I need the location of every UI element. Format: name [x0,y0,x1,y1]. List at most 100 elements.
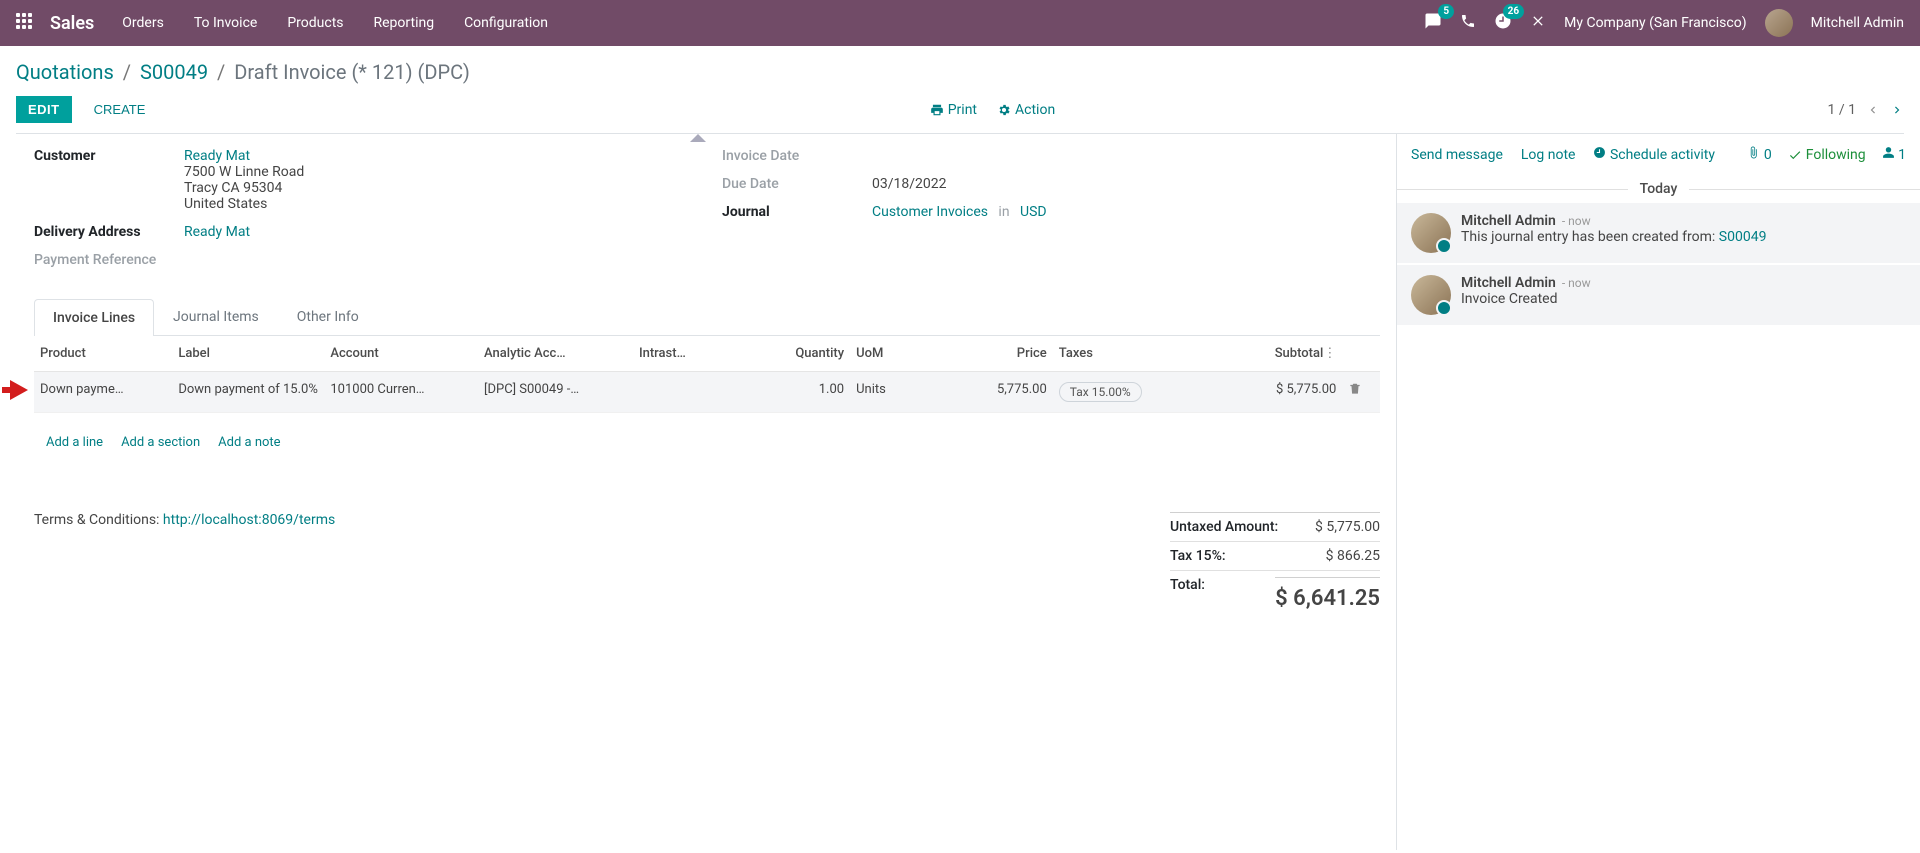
following-label: Following [1806,147,1866,163]
tab-journal-items[interactable]: Journal Items [154,298,278,335]
nav-reporting[interactable]: Reporting [374,15,435,31]
label-due-date: Due Date [722,176,872,192]
cell-qty: 1.00 [734,372,850,413]
currency-link[interactable]: USD [1020,204,1047,220]
print-button[interactable]: Print [930,102,977,118]
message-author: Mitchell Admin [1461,275,1556,291]
nav-orders[interactable]: Orders [122,15,164,31]
col-account: Account [324,336,478,372]
col-intrastat: Intrast… [633,336,734,372]
nav-configuration[interactable]: Configuration [464,15,548,31]
phone-icon[interactable] [1460,13,1476,33]
customer-link[interactable]: Ready Mat [184,148,250,164]
app-brand[interactable]: Sales [50,13,94,34]
total-untaxed-label: Untaxed Amount: [1170,519,1278,535]
pointer-arrow-icon [10,380,28,400]
delivery-link[interactable]: Ready Mat [184,224,250,240]
activities-icon[interactable]: 26 [1494,12,1512,34]
top-nav: Sales Orders To Invoice Products Reporti… [0,0,1920,46]
add-section-link[interactable]: Add a section [121,435,200,450]
apps-icon[interactable] [16,13,36,33]
total-label: Total: [1170,577,1205,611]
breadcrumb-order[interactable]: S00049 [140,60,208,84]
customer-addr2: Tracy CA 95304 [184,180,282,196]
total-tax-label: Tax 15%: [1170,548,1226,564]
following-button[interactable]: Following [1788,147,1866,163]
col-taxes: Taxes [1053,336,1183,372]
chatter-today-divider: Today [1397,181,1920,197]
table-actions-row: Add a line Add a section Add a note [34,413,1380,473]
table-header: Product Label Account Analytic Acc… Intr… [34,336,1380,372]
cell-uom: Units [850,372,937,413]
journal-link[interactable]: Customer Invoices [872,204,988,220]
column-options-icon[interactable]: ⋮ [1323,346,1336,361]
check-icon [1788,148,1802,162]
user-avatar[interactable] [1765,9,1793,37]
trash-icon[interactable] [1348,385,1362,400]
user-icon [1882,146,1895,159]
message-body-link[interactable]: S00049 [1719,229,1767,245]
nav-products[interactable]: Products [287,15,343,31]
breadcrumb: Quotations / S00049 / Draft Invoice (* 1… [16,60,1904,84]
send-message-button[interactable]: Send message [1411,147,1503,163]
followers-button[interactable]: 1 [1882,146,1906,163]
edit-button[interactable]: EDIT [16,96,72,123]
schedule-activity-button[interactable]: Schedule activity [1593,146,1715,163]
add-note-link[interactable]: Add a note [218,435,280,450]
chevron-right-icon[interactable] [1890,103,1904,117]
col-subtotal: Subtotal⋮ [1183,336,1342,372]
label-invoice-date: Invoice Date [722,148,872,164]
activities-badge: 26 [1503,4,1524,19]
chevron-left-icon[interactable] [1866,103,1880,117]
tab-invoice-lines[interactable]: Invoice Lines [34,299,154,336]
label-payref: Payment Reference [34,252,184,268]
company-switcher[interactable]: My Company (San Francisco) [1564,15,1746,31]
terms-link[interactable]: http://localhost:8069/terms [163,512,335,528]
breadcrumb-sep: / [123,60,131,84]
log-note-button[interactable]: Log note [1521,147,1576,163]
message-body: Invoice Created [1461,291,1591,307]
col-price: Price [937,336,1053,372]
cell-analytic: [DPC] S00049 -… [484,382,627,397]
create-button[interactable]: CREATE [82,96,158,123]
chatter-head: Send message Log note Schedule activity … [1397,134,1920,175]
totals: Untaxed Amount: $ 5,775.00 Tax 15%: $ 86… [1170,512,1380,617]
chatter: Send message Log note Schedule activity … [1396,134,1920,850]
topnav-right: 5 26 My Company (San Francisco) Mitchell… [1424,9,1904,37]
debug-icon[interactable] [1530,13,1546,33]
nav-menu: Orders To Invoice Products Reporting Con… [122,15,548,31]
total-value: $ 6,641.25 [1275,577,1380,611]
user-name[interactable]: Mitchell Admin [1811,15,1904,31]
action-button[interactable]: Action [997,102,1055,118]
tab-other-info[interactable]: Other Info [278,298,378,335]
breadcrumb-sep: / [217,60,225,84]
messages-badge: 5 [1438,4,1454,19]
attachments-button[interactable]: 0 [1747,146,1771,163]
terms-text: Terms & Conditions: http://localhost:806… [34,512,335,528]
col-uom: UoM [850,336,937,372]
table-row[interactable]: Down payme… Down payment of 15.0% 101000… [34,372,1380,413]
tax-pill[interactable]: Tax 15.00% [1059,382,1142,402]
control-area: Quotations / S00049 / Draft Invoice (* 1… [0,46,1920,134]
customer-addr1: 7500 W Linne Road [184,164,304,180]
message-body: This journal entry has been created from… [1461,229,1719,245]
followers-count: 1 [1898,147,1906,163]
col-qty: Quantity [734,336,850,372]
breadcrumb-quotations[interactable]: Quotations [16,60,114,84]
customer-addr3: United States [184,196,267,212]
messages-icon[interactable]: 5 [1424,12,1442,34]
cell-subtotal: $ 5,775.00 [1183,372,1342,413]
pager: 1 / 1 [1828,102,1904,118]
message-item[interactable]: Mitchell Admin - now Invoice Created [1397,265,1920,325]
message-time: - now [1562,276,1591,290]
scroll-up-icon[interactable] [690,134,706,142]
col-label: Label [172,336,324,372]
add-line-link[interactable]: Add a line [46,435,103,450]
nav-to-invoice[interactable]: To Invoice [194,15,258,31]
label-journal: Journal [722,204,872,220]
print-label: Print [948,102,977,118]
message-item[interactable]: Mitchell Admin - now This journal entry … [1397,203,1920,263]
due-date-value: 03/18/2022 [872,176,1380,192]
toolbar-center: Print Action [157,102,1827,118]
gear-icon [997,103,1011,117]
